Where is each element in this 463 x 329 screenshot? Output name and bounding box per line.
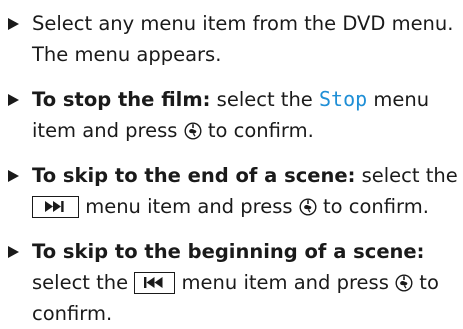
list-item: Select any menu item from the DVD menu. … xyxy=(0,8,463,70)
controller-press-icon xyxy=(184,122,202,140)
instruction-list: Select any menu item from the DVD menu. … xyxy=(0,8,463,329)
item-text-line: To skip to the beginning of a scene: xyxy=(32,236,463,267)
controller-press-icon xyxy=(299,198,317,216)
bullet-triangle-icon xyxy=(8,94,19,106)
item-text-line: menu item and press to confirm. xyxy=(32,191,463,222)
list-item: To skip to the beginning of a scene: sel… xyxy=(0,236,463,329)
item-text-line: To skip to the end of a scene: select th… xyxy=(32,164,458,187)
list-item: To stop the film: select the Stop menu i… xyxy=(0,84,463,146)
skip-back-icon xyxy=(134,272,176,294)
step-label: To stop the film: xyxy=(32,88,211,111)
item-text-line: confirm. xyxy=(32,302,113,325)
item-text-line: select the menu item and press to xyxy=(32,271,439,294)
menu-term-stop: Stop xyxy=(319,87,368,111)
controller-press-icon xyxy=(395,274,413,292)
bullet-triangle-icon xyxy=(8,170,19,182)
item-text-line: item and press to confirm. xyxy=(32,119,314,142)
step-label: To skip to the end of a scene: xyxy=(32,164,356,187)
step-label: To skip to the beginning of a scene: xyxy=(32,240,425,263)
skip-forward-icon xyxy=(32,196,79,218)
item-text-line: To stop the film: select the Stop menu xyxy=(32,87,430,111)
bullet-triangle-icon xyxy=(8,18,19,30)
item-text-line: Select any menu item from the DVD menu. xyxy=(32,12,454,35)
item-text-line: The menu appears. xyxy=(32,43,222,66)
bullet-triangle-icon xyxy=(8,246,19,258)
list-item: To skip to the end of a scene: select th… xyxy=(0,160,463,222)
